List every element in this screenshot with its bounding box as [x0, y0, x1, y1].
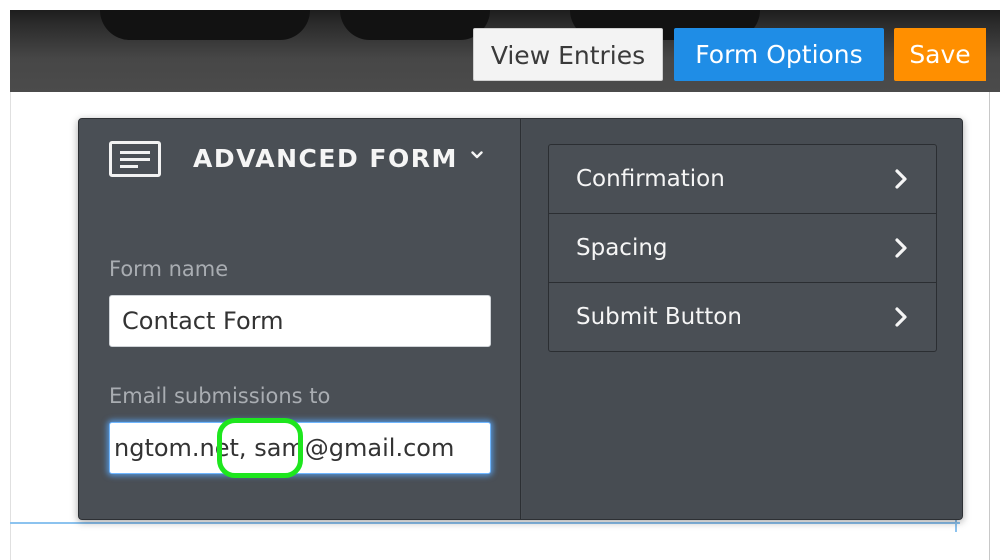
chevron-right-icon: [895, 238, 907, 258]
app-screen: View Entries Form Options Save ADVANCED …: [0, 0, 1000, 560]
email-submissions-input[interactable]: [109, 422, 491, 474]
menu-item-submit-button[interactable]: Submit Button: [549, 283, 936, 351]
chevron-right-icon: [895, 169, 907, 189]
email-submissions-label: Email submissions to: [109, 384, 331, 408]
header-background-shape: [340, 10, 490, 40]
form-settings-section: ADVANCED FORM Form name Email submission…: [79, 119, 521, 519]
menu-item-spacing[interactable]: Spacing: [549, 214, 936, 283]
guide-line: [10, 522, 960, 524]
chevron-right-icon: [895, 307, 907, 327]
save-button[interactable]: Save: [894, 28, 986, 81]
menu-item-label: Spacing: [576, 235, 668, 261]
form-type-title[interactable]: ADVANCED FORM: [193, 141, 458, 177]
menu-item-confirmation[interactable]: Confirmation: [549, 145, 936, 214]
form-options-menu-section: Confirmation Spacing Submit Button: [522, 119, 962, 519]
form-icon: [109, 141, 161, 177]
view-entries-button[interactable]: View Entries: [473, 28, 663, 81]
form-options-button[interactable]: Form Options: [674, 28, 884, 81]
form-options-menu: Confirmation Spacing Submit Button: [548, 144, 937, 352]
menu-item-label: Confirmation: [576, 166, 725, 192]
form-name-label: Form name: [109, 257, 229, 281]
form-name-input[interactable]: [109, 295, 491, 347]
chevron-down-icon[interactable]: [471, 149, 483, 161]
menu-item-label: Submit Button: [576, 304, 742, 330]
header-background-shape: [100, 10, 310, 40]
form-options-panel: ADVANCED FORM Form name Email submission…: [78, 118, 963, 520]
